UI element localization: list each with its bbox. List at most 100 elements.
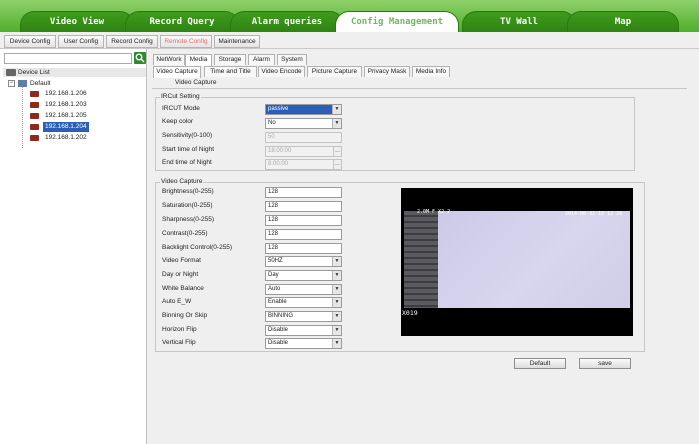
camera-icon <box>30 102 39 108</box>
tab-video-encode[interactable]: Video Encode <box>258 66 305 77</box>
capture-select[interactable]: Disable ▼ <box>265 325 342 336</box>
capture-row-label: Video Format <box>162 257 201 264</box>
tab-media[interactable]: Media <box>185 54 212 66</box>
keep-color-label: Keep color <box>162 118 194 125</box>
chevron-down-icon: ▼ <box>332 257 341 266</box>
user-config-button[interactable]: User Config <box>58 35 104 48</box>
device-list-title: Device List <box>18 69 50 76</box>
capture-select[interactable]: BINNING ▼ <box>265 311 342 322</box>
ircut-mode-label: IRCUT Mode <box>162 105 200 112</box>
tab-storage[interactable]: Storage <box>214 54 246 65</box>
device-label: 192.168.1.206 <box>45 90 87 97</box>
remote-config-button[interactable]: Remote Config <box>160 35 212 48</box>
tab-map[interactable]: Map <box>567 11 679 32</box>
capture-row-label: Contrast(0-255) <box>162 230 208 237</box>
chevron-down-icon: ▼ <box>332 285 341 294</box>
end-time-value: 8:00:00 <box>268 161 289 167</box>
capture-input[interactable]: 128 <box>265 243 342 254</box>
tab-system[interactable]: System <box>277 54 307 65</box>
keep-color-value: No <box>268 120 276 126</box>
capture-row-label: Brightness(0-255) <box>162 188 214 195</box>
tab-time-and-title[interactable]: Time and Title <box>204 66 257 77</box>
tab-media-info[interactable]: Media Info <box>412 66 450 77</box>
start-time-label: Start time of Night <box>162 146 215 153</box>
capture-row-label: Day or Night <box>162 271 199 278</box>
ircut-group <box>155 97 635 171</box>
top-navigation-bar: Video View Record Query Alarm queries TV… <box>0 0 699 32</box>
tab-alarm-queries[interactable]: Alarm queries <box>230 11 344 32</box>
end-time-input[interactable]: 8:00:00 <box>265 159 342 170</box>
camera-icon <box>30 124 39 130</box>
tab-video-capture[interactable]: Video Capture <box>153 66 201 78</box>
device-label: 192.168.1.205 <box>45 112 87 119</box>
video-overlay-time: 2014-08-31 15 12 28 <box>565 211 623 217</box>
capture-select-value: Auto <box>268 286 281 292</box>
tab-picture-capture[interactable]: Picture Capture <box>307 66 362 77</box>
start-time-value: 18:00:00 <box>268 148 292 154</box>
capture-row-label: Sharpness(0-255) <box>162 216 215 223</box>
tab-record-query[interactable]: Record Query <box>125 11 239 32</box>
section-divider <box>152 88 687 89</box>
chevron-down-icon: ▼ <box>332 326 341 335</box>
spin-arrows-icon[interactable] <box>333 147 341 156</box>
capture-select-value: BINNING <box>268 313 294 319</box>
capture-row-label: Auto E_W <box>162 298 192 305</box>
device-label: 192.168.1.203 <box>45 101 87 108</box>
camera-icon <box>30 91 39 97</box>
spin-arrows-icon[interactable] <box>333 160 341 169</box>
ircut-mode-value: passive <box>268 106 289 112</box>
end-time-label: End time of Night <box>162 159 212 166</box>
capture-select-value: Enable <box>268 299 287 305</box>
capture-select[interactable]: Disable ▼ <box>265 338 342 349</box>
start-time-input[interactable]: 18:00:00 <box>265 146 342 157</box>
save-button[interactable]: save <box>579 358 631 369</box>
capture-select[interactable]: Auto ▼ <box>265 284 342 295</box>
chevron-down-icon: ▼ <box>332 105 341 114</box>
tab-alarm[interactable]: Alarm <box>248 54 275 65</box>
tab-video-view[interactable]: Video View <box>20 11 134 32</box>
tab-tv-wall[interactable]: TV Wall <box>462 11 576 32</box>
capture-input[interactable]: 128 <box>265 215 342 226</box>
tab-network[interactable]: NetWork <box>153 54 185 65</box>
collapse-icon[interactable]: − <box>8 80 15 87</box>
tab-config-management[interactable]: Config Management <box>335 11 459 32</box>
keep-color-select[interactable]: No ▼ <box>265 118 342 129</box>
device-label: 192.168.1.204 <box>43 122 89 132</box>
capture-row-label: White Balance <box>162 285 204 292</box>
default-button[interactable]: Default <box>514 358 566 369</box>
video-preview: 2.0M F X2 2 2014-08-31 15 12 28 X019 <box>401 188 633 336</box>
device-search-input[interactable] <box>4 53 132 64</box>
capture-select[interactable]: 50HZ ▼ <box>265 256 342 267</box>
capture-select-value: 50HZ <box>268 258 283 264</box>
capture-row-label: Vertical Flip <box>162 339 196 346</box>
ircut-mode-select[interactable]: passive ▼ <box>265 104 342 115</box>
group-label: Default <box>30 80 51 87</box>
capture-input[interactable]: 128 <box>265 201 342 212</box>
camera-icon <box>30 113 39 119</box>
search-button[interactable] <box>134 52 146 64</box>
sensitivity-input[interactable]: 50 <box>265 132 342 143</box>
section-title: Video Capture <box>175 79 217 86</box>
capture-row-label: Saturation(0-255) <box>162 202 213 209</box>
capture-select-value: Disable <box>268 340 289 346</box>
maintenance-button[interactable]: Maintenance <box>214 35 260 48</box>
device-label: 192.168.1.202 <box>45 134 87 141</box>
device-list-header: Device List <box>3 68 146 77</box>
device-config-button[interactable]: Device Config <box>4 35 56 48</box>
capture-select[interactable]: Day ▼ <box>265 270 342 281</box>
config-subnav: Device Config User Config Record Config … <box>0 32 699 49</box>
capture-input[interactable]: 128 <box>265 187 342 198</box>
tree-connector <box>22 87 23 148</box>
folder-icon <box>18 80 27 87</box>
video-capture-title: Video Capture <box>160 178 204 185</box>
capture-select[interactable]: Enable ▼ <box>265 297 342 308</box>
camera-icon <box>30 135 39 141</box>
capture-input[interactable]: 128 <box>265 229 342 240</box>
chevron-down-icon: ▼ <box>332 339 341 348</box>
tab-privacy-mask[interactable]: Privacy Mask <box>364 66 410 77</box>
record-config-button[interactable]: Record Config <box>106 35 158 48</box>
capture-row-label: Binning Or Skip <box>162 312 208 319</box>
chevron-down-icon: ▼ <box>332 312 341 321</box>
device-panel: Device List − Default 192.168.1.206 192.… <box>0 49 147 444</box>
capture-row-label: Backlight Control(0-255) <box>162 244 233 251</box>
